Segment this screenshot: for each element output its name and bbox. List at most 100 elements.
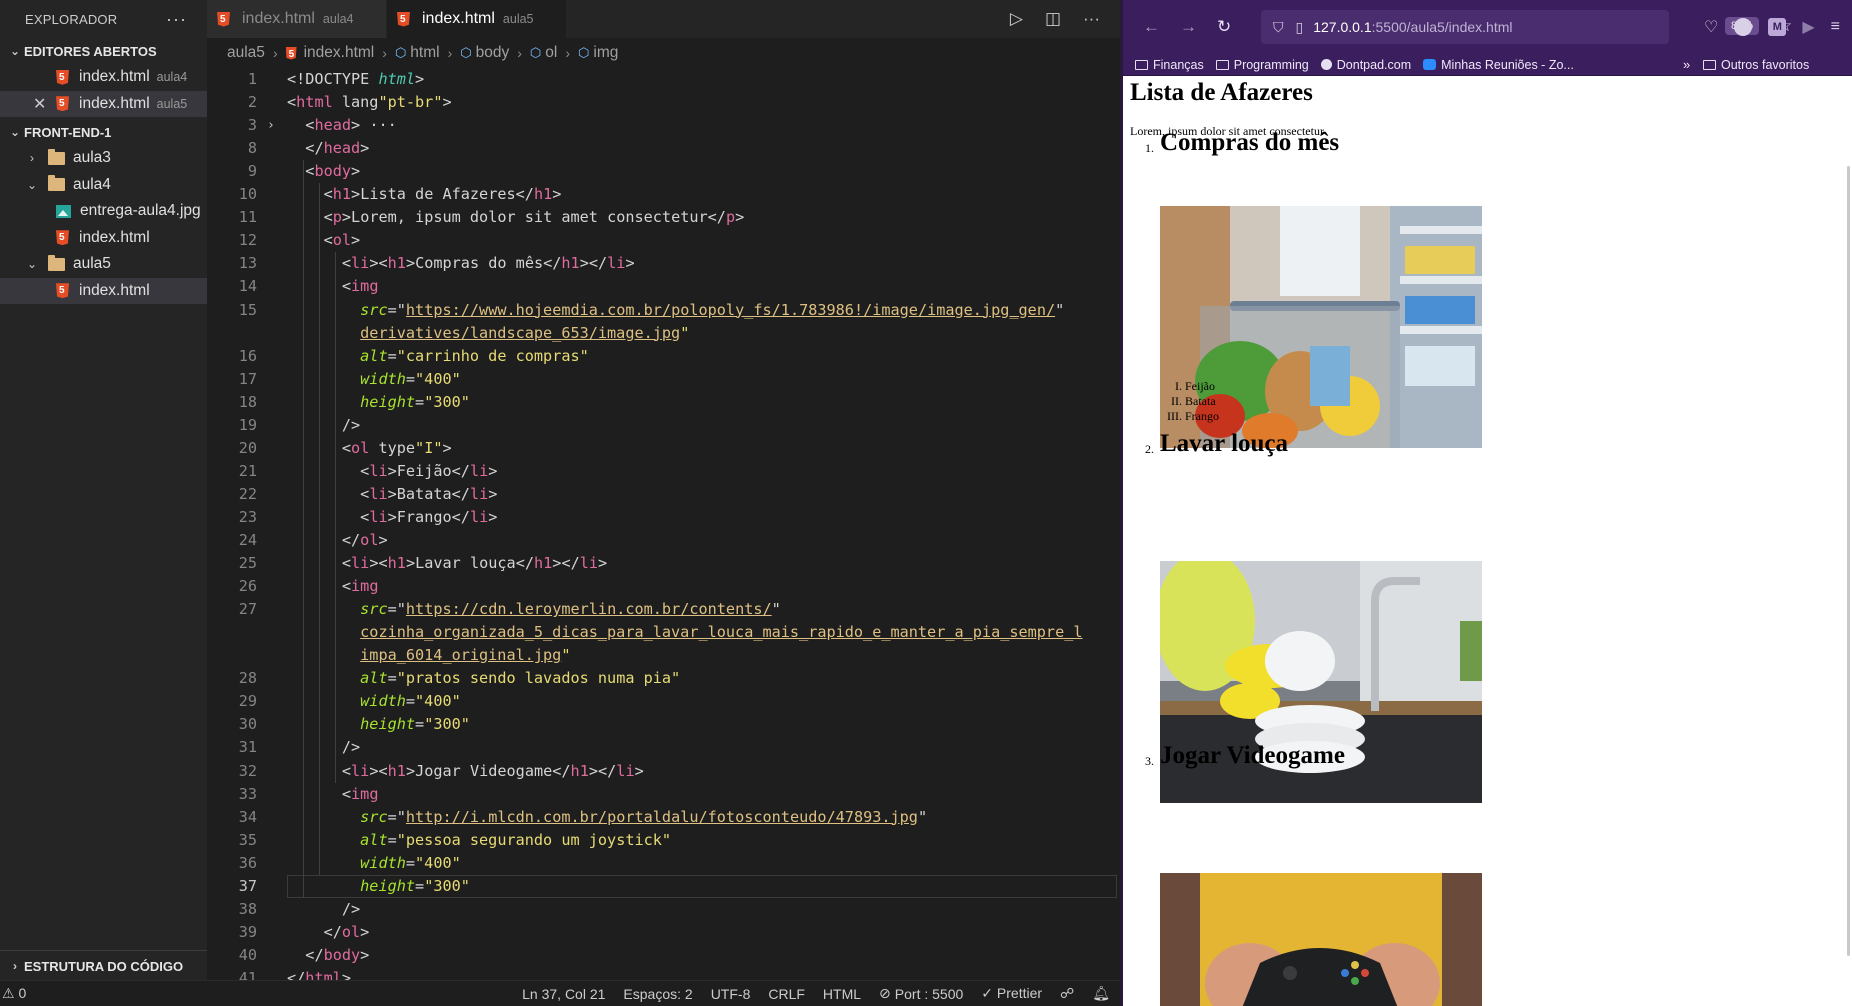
code-line[interactable]: 13 <li><h1>Compras do mês</h1></li> bbox=[207, 252, 1120, 275]
prettier-status[interactable]: ✓ Prettier bbox=[981, 985, 1042, 1002]
indentation[interactable]: Espaços: 2 bbox=[623, 986, 692, 1002]
code-line[interactable]: 10 <h1>Lista de Afazeres</h1> bbox=[207, 183, 1120, 206]
bookmark-financas[interactable]: Finanças bbox=[1135, 58, 1204, 72]
code-line[interactable]: 26 <img bbox=[207, 575, 1120, 598]
bookmark-zoom[interactable]: Minhas Reuniões - Zo... bbox=[1423, 58, 1574, 72]
section-open-editors[interactable]: ⌄ EDITORES ABERTOS bbox=[0, 38, 207, 64]
code-line[interactable]: 39 </ol> bbox=[207, 921, 1120, 944]
notifications-bell-icon[interactable]: 🔔︎ bbox=[1092, 985, 1110, 1002]
code-line[interactable]: 17 width="400" bbox=[207, 368, 1120, 391]
code-editor[interactable]: 1 <!DOCTYPE html> 2 <html lang"pt-br"> 3 › <h… bbox=[207, 66, 1120, 987]
page-scrollbar[interactable] bbox=[1847, 166, 1850, 956]
code-line[interactable]: 18 height="300" bbox=[207, 391, 1120, 414]
run-icon[interactable]: ▷ bbox=[1010, 9, 1023, 29]
code-line[interactable]: 11 <p>Lorem, ipsum dolor sit amet consec… bbox=[207, 206, 1120, 229]
code-line[interactable]: 35 alt="pessoa segurando um joystick" bbox=[207, 829, 1120, 852]
tree-folder-aula5[interactable]: ⌄ aula5 bbox=[0, 251, 207, 278]
code-line[interactable]: 37 height="300" bbox=[207, 874, 1120, 898]
shield-icon[interactable]: ⛉ bbox=[1273, 19, 1284, 36]
tab-index-aula5[interactable]: index.html aula5 bbox=[387, 0, 567, 38]
account-avatar[interactable] bbox=[1734, 18, 1753, 36]
address-bar[interactable]: ⛉ ▯ 127.0.0.1 :5500/aula5/index.html 80%… bbox=[1261, 10, 1792, 44]
problems-indicator[interactable]: ⚠ 0 bbox=[2, 985, 26, 1002]
code-line[interactable]: 32 <li><h1>Jogar Videogame</h1></li> bbox=[207, 760, 1120, 783]
bookmark-dontpad[interactable]: Dontpad.com bbox=[1320, 58, 1411, 72]
forward-arrow-icon[interactable]: → bbox=[1180, 17, 1197, 37]
tree-file-index-aula4[interactable]: index.html bbox=[0, 225, 207, 252]
code-line[interactable]: 16 alt="carrinho de compras" bbox=[207, 345, 1120, 368]
bookmarks-overflow-icon[interactable]: » bbox=[1683, 57, 1690, 72]
code-line[interactable]: 19 /> bbox=[207, 414, 1120, 437]
fold-chevron-icon[interactable]: › bbox=[267, 114, 275, 137]
code-line[interactable]: 1 <!DOCTYPE html> bbox=[207, 68, 1120, 91]
reload-icon[interactable]: ↻ bbox=[1217, 17, 1231, 37]
section-outline[interactable]: › ESTRUTURA DO CÓDIGO bbox=[0, 951, 207, 981]
back-arrow-icon[interactable]: ← bbox=[1143, 17, 1160, 37]
code-line[interactable]: impa_6014_original.jpg" bbox=[207, 644, 1120, 667]
extension-m-icon[interactable]: M bbox=[1768, 18, 1787, 36]
section-title: FRONT-END-1 bbox=[24, 124, 112, 140]
code-line[interactable]: 12 <ol> bbox=[207, 229, 1120, 252]
code-line[interactable]: 9 <body> bbox=[207, 160, 1120, 183]
tree-folder-aula3[interactable]: › aula3 bbox=[0, 145, 207, 172]
code-line[interactable]: 38 /> bbox=[207, 898, 1120, 921]
code-line[interactable]: cozinha_organizada_5_dicas_para_lavar_lo… bbox=[207, 621, 1120, 644]
tree-folder-aula4[interactable]: ⌄ aula4 bbox=[0, 172, 207, 199]
code-line[interactable]: 40 </body> bbox=[207, 944, 1120, 967]
pocket-icon[interactable]: ♡ bbox=[1704, 17, 1718, 37]
line-ending[interactable]: CRLF bbox=[768, 986, 805, 1002]
code-line[interactable]: 36 width="400" bbox=[207, 852, 1120, 875]
code-line[interactable]: 22 <li>Batata</li> bbox=[207, 483, 1120, 506]
code-line[interactable]: 27 src="https://cdn.leroymerlin.com.br/c… bbox=[207, 598, 1120, 621]
breadcrumb-item[interactable]: body bbox=[476, 44, 510, 62]
extension-play-icon[interactable]: ▶ bbox=[1802, 17, 1814, 37]
open-editor-item[interactable]: index.html aula4 bbox=[0, 64, 207, 91]
code-line[interactable]: 25 <li><h1>Lavar louça</h1></li> bbox=[207, 552, 1120, 575]
page-info-icon[interactable]: ▯ bbox=[1296, 19, 1304, 36]
bookmark-other[interactable]: Outros favoritos bbox=[1703, 58, 1809, 72]
encoding[interactable]: UTF-8 bbox=[711, 986, 751, 1002]
bookmark-programming[interactable]: Programming bbox=[1215, 58, 1309, 72]
cursor-position[interactable]: Ln 37, Col 21 bbox=[522, 986, 605, 1002]
code-text: impa_6014_original.jpg" bbox=[360, 646, 571, 665]
tree-file-entrega[interactable]: entrega-aula4.jpg bbox=[0, 198, 207, 225]
breadcrumb-item[interactable]: img bbox=[593, 44, 618, 62]
code-line[interactable]: 28 alt="pratos sendo lavados numa pia" bbox=[207, 667, 1120, 690]
code-line[interactable]: 3 › <head> ··· bbox=[207, 114, 1120, 137]
code-line[interactable]: derivatives/landscape_653/image.jpg" bbox=[207, 322, 1120, 345]
sublist-text: Frango bbox=[1185, 409, 1219, 423]
section-project[interactable]: ⌄ FRONT-END-1 bbox=[0, 119, 207, 145]
globe-icon bbox=[1320, 59, 1332, 70]
open-editor-item-active[interactable]: ✕ index.html aula5 bbox=[0, 90, 207, 117]
language-mode[interactable]: HTML bbox=[823, 986, 861, 1002]
breadcrumb-item[interactable]: ol bbox=[545, 44, 557, 62]
code-line[interactable]: 34 src="http://i.mlcdn.com.br/portaldalu… bbox=[207, 806, 1120, 829]
code-line[interactable]: 20 <ol type"I"> bbox=[207, 437, 1120, 460]
breadcrumb-item[interactable]: aula5 bbox=[227, 44, 265, 62]
menu-hamburger-icon[interactable]: ≡ bbox=[1831, 18, 1840, 36]
tree-file-index-aula5[interactable]: index.html bbox=[0, 277, 207, 304]
code-line[interactable]: 23 <li>Frango</li> bbox=[207, 506, 1120, 529]
close-icon[interactable]: ✕ bbox=[33, 94, 46, 114]
code-line[interactable]: 31 /> bbox=[207, 736, 1120, 759]
code-line[interactable]: 24 </ol> bbox=[207, 529, 1120, 552]
tab-index-aula4[interactable]: index.html aula4 bbox=[207, 0, 387, 38]
explorer-more-icon[interactable]: ··· bbox=[166, 9, 187, 30]
code-line[interactable]: 2 <html lang"pt-br"> bbox=[207, 91, 1120, 114]
more-actions-icon[interactable]: ··· bbox=[1083, 9, 1100, 29]
breadcrumb-item[interactable]: index.html bbox=[304, 44, 375, 62]
code-line[interactable]: 15 src="https://www.hojeemdia.com.br/pol… bbox=[207, 299, 1120, 322]
code-line[interactable]: 33 <img bbox=[207, 783, 1120, 806]
outline-section[interactable]: › ESTRUTURA DO CÓDIGO bbox=[0, 950, 207, 980]
split-editor-icon[interactable]: ◫ bbox=[1045, 9, 1061, 29]
code-line[interactable]: 30 height="300" bbox=[207, 713, 1120, 736]
code-line[interactable]: 29 width="400" bbox=[207, 690, 1120, 713]
code-line[interactable]: 8 </head> bbox=[207, 137, 1120, 160]
breadcrumb-item[interactable]: html bbox=[410, 44, 439, 62]
code-line[interactable]: 21 <li>Feijão</li> bbox=[207, 460, 1120, 483]
line-number: 34 bbox=[238, 807, 257, 826]
status-bar: ⚠ 0 Ln 37, Col 21 Espaços: 2 UTF-8 CRLF … bbox=[0, 980, 1120, 1006]
live-server-port[interactable]: ⊘ Port : 5500 bbox=[879, 985, 963, 1002]
feedback-icon[interactable]: ☍ bbox=[1060, 985, 1074, 1002]
code-line[interactable]: 14 <img bbox=[207, 275, 1120, 298]
